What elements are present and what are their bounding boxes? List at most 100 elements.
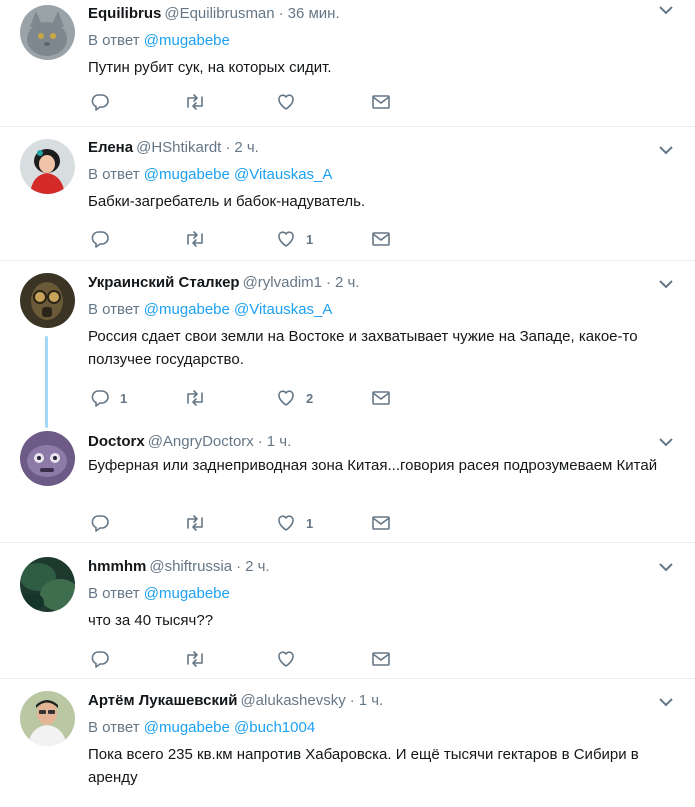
tweet-header: Doctorx @AngryDoctorx · 1 ч. (88, 431, 675, 453)
tweet-text: Россия сдает свои земли на Востоке и зах… (88, 328, 638, 368)
mention-link[interactable]: @mugabebe (144, 32, 230, 49)
user-handle[interactable]: @AngryDoctorx (148, 433, 254, 450)
tweet[interactable]: Украинский Сталкер @rylvadim1 · 2 ч. В отве… (0, 261, 695, 421)
user-handle[interactable]: @shiftrussia (149, 558, 232, 575)
retweet-button[interactable] (184, 229, 206, 249)
heart-icon (278, 231, 294, 247)
timestamp[interactable]: 1 ч. (359, 692, 384, 709)
timestamp[interactable]: 1 ч. (267, 433, 292, 450)
timestamp[interactable]: 2 ч. (245, 558, 270, 575)
message-button[interactable] (371, 649, 391, 669)
user-handle[interactable]: @alukashevsky (240, 692, 345, 709)
chevron-down-icon[interactable] (659, 437, 673, 447)
user-handle[interactable]: @HShtikardt (136, 139, 221, 156)
like-button[interactable] (276, 92, 306, 112)
message-button[interactable] (371, 388, 391, 408)
like-count: 1 (306, 231, 314, 247)
message-button[interactable] (371, 513, 391, 533)
separator-dot: · (349, 692, 355, 709)
retweet-button[interactable] (184, 388, 206, 408)
chevron-down-icon[interactable] (659, 697, 673, 707)
tweet[interactable]: Артём Лукашевский @alukashevsky · 1 ч. В от… (0, 679, 695, 807)
avatar[interactable] (20, 691, 75, 746)
tweet-text: Бабки-загребатель и бабок-надуватель. (88, 193, 366, 210)
like-count: 2 (306, 390, 314, 406)
heart-icon (278, 94, 294, 110)
separator-dot: · (278, 5, 284, 22)
chevron-down-icon[interactable] (659, 5, 673, 15)
user-name[interactable]: Артём Лукашевский (88, 692, 237, 709)
tweet-text: Пока всего 235 кв.км напротив Хабаровска… (88, 746, 639, 786)
chevron-down-icon[interactable] (659, 279, 673, 289)
retweet-button[interactable] (184, 92, 206, 112)
mention-link[interactable]: @Vitauskas_A (234, 301, 332, 318)
separator-dot: · (257, 433, 263, 450)
reply-icon (91, 231, 109, 248)
avatar[interactable] (20, 5, 75, 60)
message-button[interactable] (371, 229, 391, 249)
reply-icon (91, 390, 109, 407)
like-button[interactable]: 2 (276, 388, 313, 408)
mention-link[interactable]: @Vitauskas_A (234, 166, 332, 183)
like-button[interactable]: 1 (276, 229, 313, 249)
tweet-header: Equilibrus @Equilibrusman · 36 мин. (88, 3, 675, 25)
heart-icon (278, 651, 294, 667)
tweet[interactable]: Equilibrus @Equilibrusman · 36 мин. В ответ… (0, 0, 695, 127)
retweet-icon (187, 231, 203, 247)
reply-button[interactable] (90, 513, 120, 533)
mention-link[interactable]: @mugabebe (144, 301, 230, 318)
envelope-icon (372, 95, 390, 109)
user-name[interactable]: Doctorx (88, 433, 145, 450)
reply-prefix: В ответ (88, 585, 140, 602)
tweet-actions: 1 2 (88, 388, 408, 408)
chevron-down-icon[interactable] (659, 562, 673, 572)
separator-dot: · (326, 274, 331, 291)
reply-button[interactable] (90, 229, 120, 249)
avatar[interactable] (20, 431, 75, 486)
retweet-icon (187, 651, 203, 667)
user-handle[interactable]: @rylvadim1 (243, 274, 322, 291)
timestamp[interactable]: 2 ч. (234, 139, 259, 156)
mention-link[interactable]: @mugabebe (144, 585, 230, 602)
envelope-icon (372, 391, 390, 405)
reply-count: 1 (120, 390, 128, 406)
timestamp[interactable]: 36 мин. (288, 5, 340, 22)
tweet-text: Буферная или заднеприводная зона Китая..… (88, 457, 658, 474)
tweet-header: Артём Лукашевский @alukashevsky · 1 ч. (88, 690, 675, 712)
message-button[interactable] (371, 92, 391, 112)
tweet[interactable]: Doctorx @AngryDoctorx · 1 ч. Буферная или з… (0, 421, 695, 543)
reply-icon (91, 651, 109, 668)
chevron-down-icon[interactable] (659, 145, 673, 155)
avatar[interactable] (20, 139, 75, 194)
tweet[interactable]: hmmhm @shiftrussia · 2 ч. В ответ @mugabebe… (0, 543, 695, 679)
user-name[interactable]: Equilibrus (88, 5, 161, 22)
like-button[interactable] (276, 649, 306, 669)
like-count: 1 (306, 515, 314, 531)
like-button[interactable]: 1 (276, 513, 313, 533)
user-name[interactable]: hmmhm (88, 558, 146, 575)
retweet-icon (187, 94, 203, 110)
reply-icon (91, 515, 109, 532)
envelope-icon (372, 516, 390, 530)
retweet-button[interactable] (184, 513, 206, 533)
timestamp[interactable]: 2 ч. (335, 274, 360, 291)
reply-context: В ответ @mugabebe @Vitauskas_A (88, 164, 675, 186)
mention-link[interactable]: @buch1004 (234, 719, 315, 736)
retweet-button[interactable] (184, 649, 206, 669)
reply-prefix: В ответ (88, 166, 140, 183)
reply-button[interactable]: 1 (90, 388, 127, 408)
tweet-header: hmmhm @shiftrussia · 2 ч. (88, 556, 675, 578)
tweet-header: Украинский Сталкер @rylvadim1 · 2 ч. (88, 272, 675, 294)
avatar[interactable] (20, 557, 75, 612)
separator-dot: · (236, 558, 242, 575)
tweet[interactable]: Елена @HShtikardt · 2 ч. В ответ @mugabebe … (0, 127, 695, 261)
user-name[interactable]: Украинский Сталкер (88, 274, 240, 291)
reply-button[interactable] (90, 92, 120, 112)
reply-button[interactable] (90, 649, 120, 669)
mention-link[interactable]: @mugabebe (144, 166, 230, 183)
user-handle[interactable]: @Equilibrusman (164, 5, 274, 22)
user-name[interactable]: Елена (88, 139, 133, 156)
mention-link[interactable]: @mugabebe (144, 719, 230, 736)
avatar[interactable] (20, 273, 75, 328)
separator-dot: · (225, 139, 231, 156)
